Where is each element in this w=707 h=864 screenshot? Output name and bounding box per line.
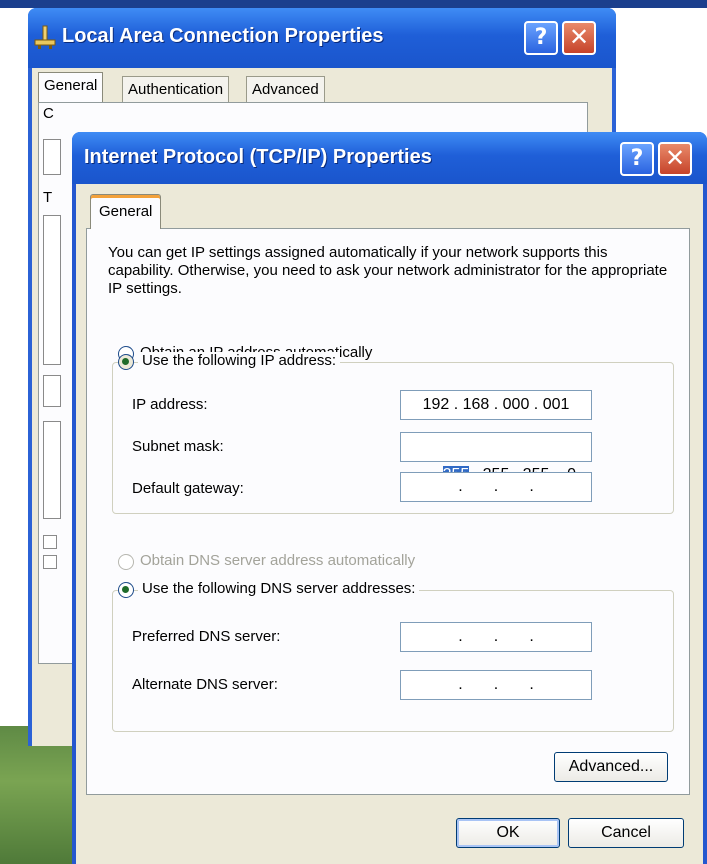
dialog-client-area: General You can get IP settings assigned… (76, 184, 703, 864)
back-partial-label-t: T (43, 189, 53, 206)
dialog-title: Internet Protocol (TCP/IP) Properties (84, 146, 432, 168)
advanced-button[interactable]: Advanced... (554, 752, 668, 782)
use-following-ip-label: Use the following IP address: (138, 352, 340, 369)
preferred-dns-label: Preferred DNS server: (132, 628, 281, 645)
dialog-title-bar[interactable]: Internet Protocol (TCP/IP) Properties ? … (72, 132, 707, 184)
cancel-button[interactable]: Cancel (568, 818, 684, 848)
use-following-dns-radio[interactable] (118, 582, 134, 598)
dns-server-group (112, 590, 674, 732)
ip-address-input[interactable]: 192 . 168 . 000 . 001 (400, 390, 592, 420)
back-partial-box (43, 139, 61, 175)
back-partial-checkbox-2 (43, 555, 57, 569)
back-window-title: Local Area Connection Properties (62, 25, 384, 47)
close-button[interactable]: ✕ (658, 142, 692, 176)
default-gateway-label: Default gateway: (132, 480, 244, 497)
network-connection-icon (34, 25, 56, 49)
preferred-dns-input[interactable]: . . . (400, 622, 592, 652)
tcpip-properties-dialog: Internet Protocol (TCP/IP) Properties ? … (72, 132, 707, 864)
back-tab-authentication[interactable]: Authentication (122, 76, 230, 103)
subnet-mask-input[interactable]: 255 . 255 . 255 . 0 (400, 432, 592, 483)
subnet-mask-label: Subnet mask: (132, 438, 224, 455)
back-partial-list (43, 215, 61, 365)
desktop-strip (0, 0, 707, 8)
tab-general[interactable]: General (90, 194, 162, 229)
back-title-bar[interactable]: Local Area Connection Properties ? ✕ (28, 8, 616, 68)
alternate-dns-input[interactable]: . . . (400, 670, 592, 700)
obtain-dns-auto-radio[interactable] (118, 554, 134, 570)
back-tab-general[interactable]: General (38, 72, 104, 103)
back-partial-checkbox-1 (43, 535, 57, 549)
back-partial-description (43, 421, 61, 519)
help-icon: ? (534, 25, 548, 50)
obtain-dns-auto-label: Obtain DNS server address automatically (140, 552, 416, 569)
alternate-dns-label: Alternate DNS server: (132, 676, 278, 693)
back-partial-label-c: C (43, 105, 54, 122)
close-icon: ✕ (568, 23, 590, 51)
back-help-button[interactable]: ? (524, 21, 558, 55)
default-gateway-input[interactable]: . . . (400, 472, 592, 502)
help-icon: ? (630, 146, 644, 171)
close-icon: ✕ (664, 144, 686, 172)
back-tab-advanced[interactable]: Advanced (246, 76, 325, 103)
ip-address-label: IP address: (132, 396, 208, 413)
back-partial-button (43, 375, 61, 407)
use-following-dns-label: Use the following DNS server addresses: (138, 580, 420, 597)
use-following-ip-radio[interactable] (118, 354, 134, 370)
back-close-button[interactable]: ✕ (562, 21, 596, 55)
ok-button[interactable]: OK (456, 818, 560, 848)
help-button[interactable]: ? (620, 142, 654, 176)
description-text: You can get IP settings assigned automat… (108, 244, 668, 297)
